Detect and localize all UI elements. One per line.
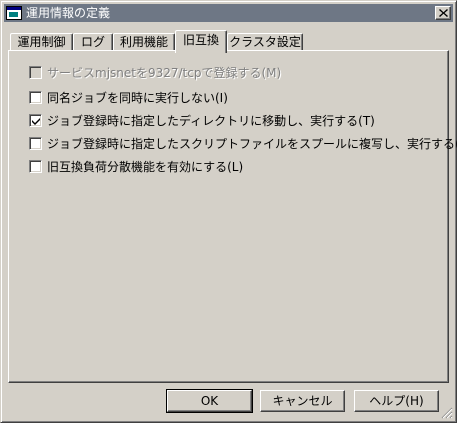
load-balancing-checkbox[interactable]	[29, 160, 42, 173]
register-mjsnet-checkbox	[29, 66, 42, 79]
close-button[interactable]	[435, 6, 451, 20]
title-bar[interactable]: 運用情報の定義	[4, 4, 453, 22]
resize-grip-icon[interactable]	[441, 407, 453, 419]
help-button[interactable]: ヘルプ(H)	[354, 390, 439, 412]
option-label: 旧互換負荷分散機能を有効にする(L)	[47, 160, 244, 174]
tab-panel-legacy-compat: サービスmjsnetを9327/tcpで登録する(M) 同名ジョブを同時に実行し…	[8, 50, 457, 383]
close-icon	[439, 9, 448, 17]
cancel-button[interactable]: キャンセル	[260, 390, 345, 412]
tab-label: ログ	[80, 35, 105, 49]
no-concurrent-checkbox[interactable]	[29, 91, 42, 104]
option-label: ジョブ登録時に指定したスクリプトファイルをスプールに複写し、実行する(S)	[47, 137, 457, 151]
tab-label: クラスタ設定	[229, 35, 301, 49]
option-label: 同名ジョブを同時に実行しない(I)	[47, 91, 228, 105]
tab-label: 運用制御	[17, 35, 66, 49]
tab-label: 利用機能	[119, 35, 168, 49]
window-app-icon	[6, 5, 22, 21]
option-label: サービスmjsnetを9327/tcpで登録する(M)	[47, 66, 282, 80]
tab-legacy-compat[interactable]: 旧互換	[175, 30, 227, 53]
window-title: 運用情報の定義	[26, 6, 111, 20]
option-label: ジョブ登録時に指定したディレクトリに移動し、実行する(T)	[47, 114, 375, 128]
copy-script-checkbox[interactable]	[29, 137, 42, 150]
move-to-directory-checkbox[interactable]	[29, 114, 42, 127]
tab-label: 旧互換	[182, 33, 219, 47]
dialog-window: 運用情報の定義 運用制御 ログ 利用機能 旧互換 クラスタ設定 サービスmjsn…	[0, 0, 457, 423]
check-icon	[32, 118, 40, 125]
ok-button[interactable]: OK	[166, 389, 253, 413]
